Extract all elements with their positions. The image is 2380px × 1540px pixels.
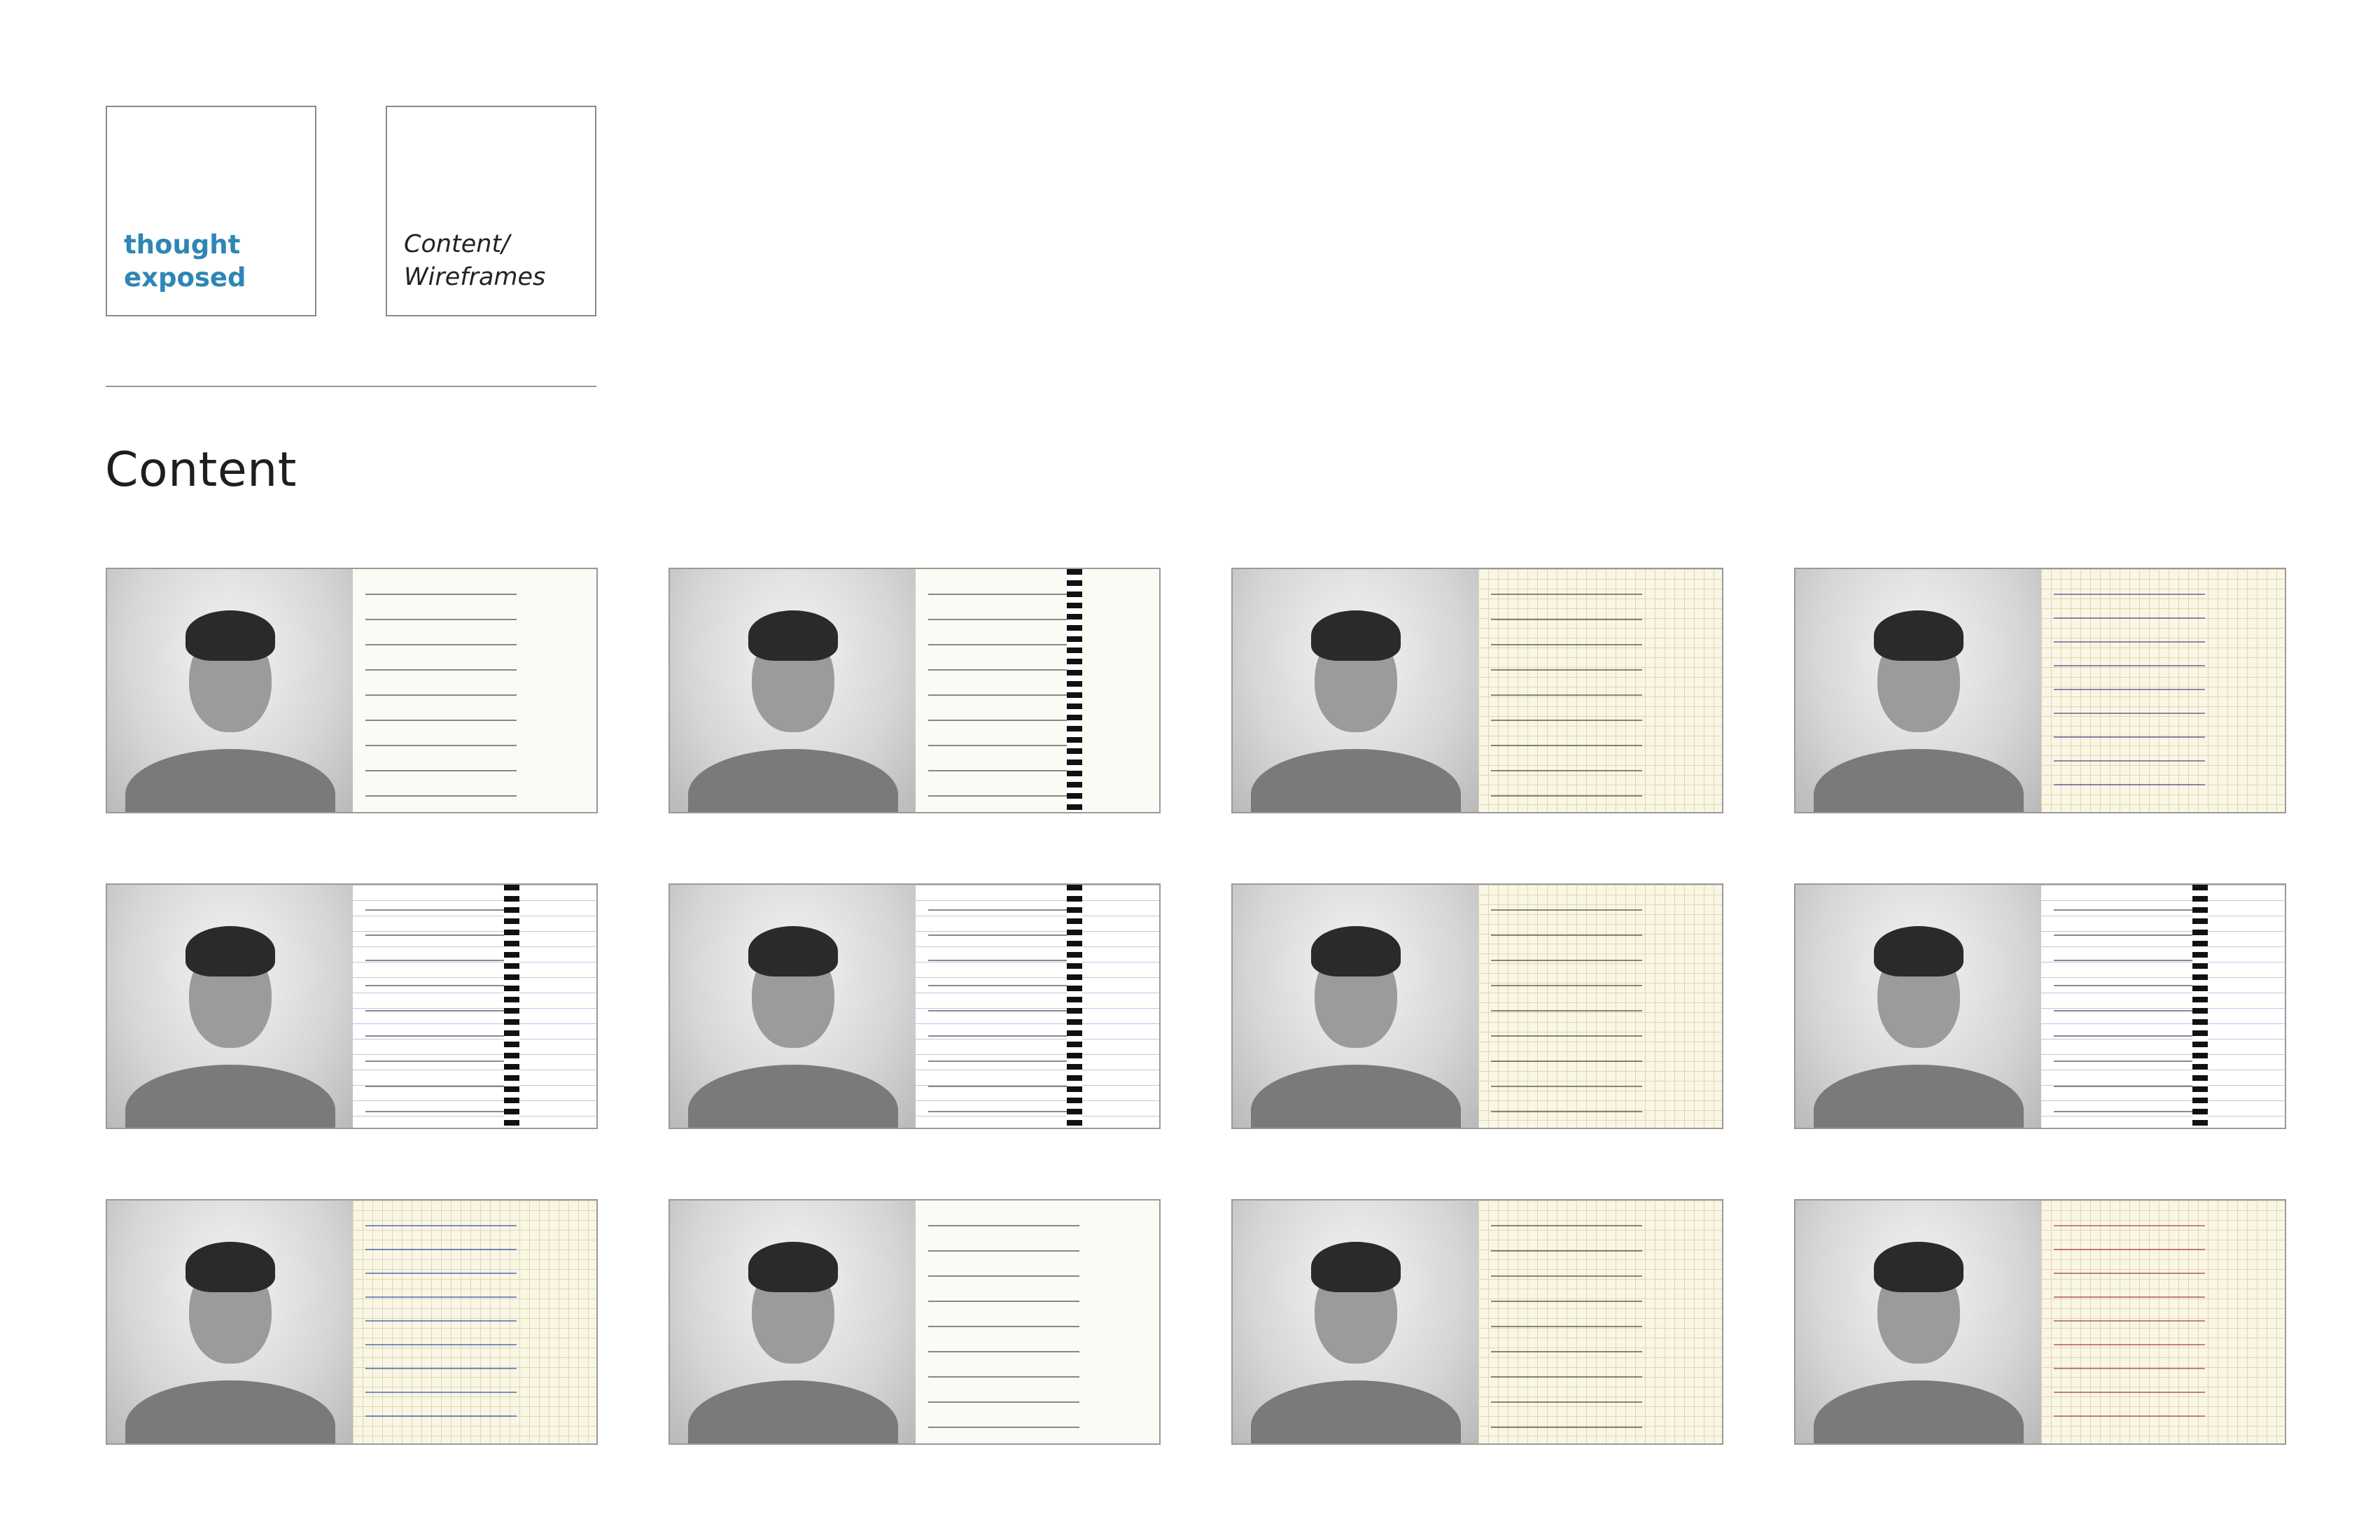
portrait-photo xyxy=(1233,1200,1478,1443)
handwriting xyxy=(2054,1213,2264,1431)
header-divider xyxy=(106,386,596,387)
portrait-photo xyxy=(670,1200,916,1443)
portrait-photo xyxy=(1233,885,1478,1128)
handwriting xyxy=(365,897,575,1115)
notebook-sketch xyxy=(1478,569,1722,812)
portrait-hair xyxy=(748,1241,838,1292)
portrait-photo xyxy=(1795,569,2041,812)
portrait-card[interactable] xyxy=(106,883,598,1129)
notebook-sketch xyxy=(353,885,596,1128)
portrait-hair xyxy=(1310,1241,1401,1292)
portrait-photo xyxy=(107,569,353,812)
portrait-hair xyxy=(1873,925,1963,976)
notebook-sketch xyxy=(353,569,596,812)
handwriting xyxy=(365,1213,575,1431)
portrait-hair xyxy=(748,925,838,976)
portrait-photo xyxy=(1795,885,2041,1128)
portrait-hair xyxy=(185,925,275,976)
portrait-photo xyxy=(1795,1200,2041,1443)
handwriting xyxy=(2054,582,2264,799)
portrait-shoulders xyxy=(125,1380,335,1443)
portrait-photo xyxy=(1233,569,1478,812)
handwriting xyxy=(928,582,1138,799)
portrait-hair xyxy=(748,610,838,661)
handwriting xyxy=(928,1213,1138,1431)
portrait-shoulders xyxy=(1250,1380,1461,1443)
portrait-card[interactable] xyxy=(106,568,598,813)
section-title: Content xyxy=(105,442,297,498)
notebook-sketch xyxy=(916,885,1159,1128)
notebook-sketch xyxy=(1478,885,1722,1128)
notebook-sketch xyxy=(1478,1200,1722,1443)
portrait-hair xyxy=(1873,1241,1963,1292)
nav-tile-content-wireframes[interactable]: Content/ Wireframes xyxy=(386,106,596,316)
portrait-card[interactable] xyxy=(668,1199,1161,1445)
portrait-card[interactable] xyxy=(1231,883,1723,1129)
notebook-sketch xyxy=(353,1200,596,1443)
portrait-shoulders xyxy=(125,749,335,812)
portrait-shoulders xyxy=(687,1380,898,1443)
spiral-binding xyxy=(1066,569,1082,812)
notebook-sketch xyxy=(916,569,1159,812)
brand-logo: thought exposed xyxy=(124,228,246,294)
nav-tile-label: Content/ Wireframes xyxy=(404,228,545,294)
notebook-sketch xyxy=(2041,1200,2285,1443)
portrait-card[interactable] xyxy=(106,1199,598,1445)
notebook-sketch xyxy=(916,1200,1159,1443)
portrait-card[interactable] xyxy=(1794,883,2286,1129)
logo-tile[interactable]: thought exposed xyxy=(106,106,316,316)
notebook-sketch xyxy=(2041,569,2285,812)
portrait-photo xyxy=(107,1200,353,1443)
handwriting xyxy=(928,897,1138,1115)
portrait-photo xyxy=(107,885,353,1128)
nav-line-1: Content/ xyxy=(404,230,510,258)
handwriting xyxy=(1491,582,1701,799)
handwriting xyxy=(365,582,575,799)
spiral-binding xyxy=(2192,885,2208,1128)
handwriting xyxy=(2054,897,2264,1115)
portrait-shoulders xyxy=(687,749,898,812)
handwriting xyxy=(1491,1213,1701,1431)
spiral-binding xyxy=(503,885,519,1128)
portrait-photo xyxy=(670,885,916,1128)
portrait-card[interactable] xyxy=(668,568,1161,813)
portrait-shoulders xyxy=(1813,1380,2024,1443)
portrait-shoulders xyxy=(1250,1065,1461,1128)
portrait-hair xyxy=(185,610,275,661)
portrait-card[interactable] xyxy=(1231,568,1723,813)
portrait-shoulders xyxy=(687,1065,898,1128)
portrait-shoulders xyxy=(125,1065,335,1128)
portrait-shoulders xyxy=(1813,749,2024,812)
notebook-sketch xyxy=(2041,885,2285,1128)
handwriting xyxy=(1491,897,1701,1115)
portrait-hair xyxy=(1310,925,1401,976)
brand-line-1: thought xyxy=(124,230,241,260)
portrait-photo xyxy=(670,569,916,812)
portrait-hair xyxy=(185,1241,275,1292)
portrait-card[interactable] xyxy=(668,883,1161,1129)
portrait-card[interactable] xyxy=(1794,568,2286,813)
portrait-card[interactable] xyxy=(1794,1199,2286,1445)
nav-line-2: Wireframes xyxy=(404,263,546,291)
portrait-hair xyxy=(1873,610,1963,661)
portrait-card[interactable] xyxy=(1231,1199,1723,1445)
spiral-binding xyxy=(1066,885,1082,1128)
portrait-shoulders xyxy=(1250,749,1461,812)
portrait-shoulders xyxy=(1813,1065,2024,1128)
brand-line-2: exposed xyxy=(124,262,246,293)
portrait-hair xyxy=(1310,610,1401,661)
